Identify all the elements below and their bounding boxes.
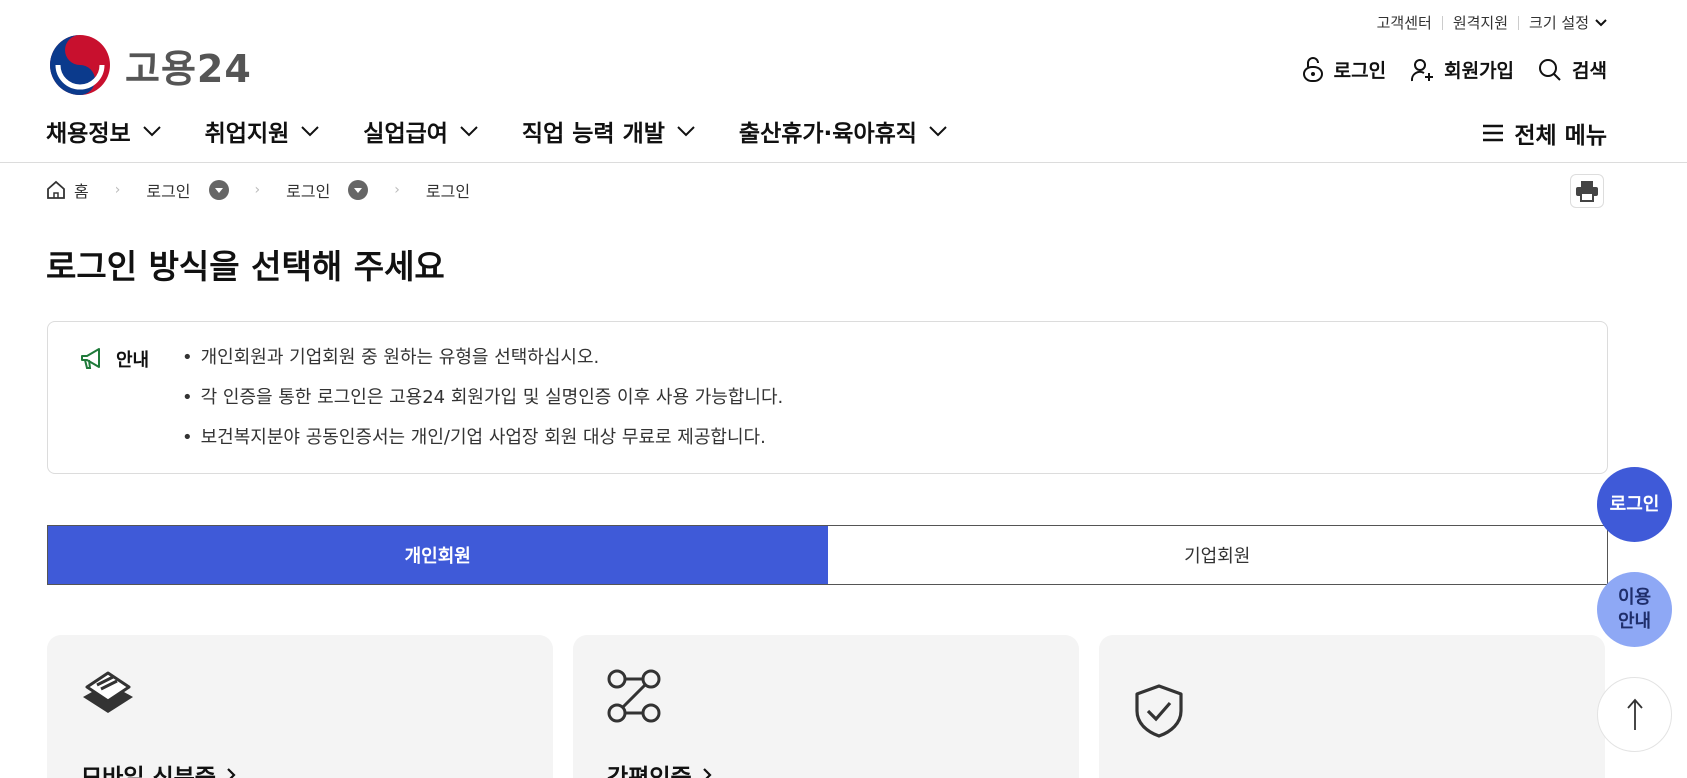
- nodes-icon: [607, 669, 661, 727]
- member-type-tabs: 개인회원 기업회원: [47, 525, 1608, 585]
- signup-label: 회원가입: [1444, 60, 1515, 82]
- scroll-top-button[interactable]: [1597, 677, 1672, 752]
- chevron-down-icon: [1595, 18, 1607, 26]
- hamburger-icon: [1483, 124, 1504, 142]
- chevron-down-icon: [929, 125, 947, 136]
- nav-item-skills-development[interactable]: 직업 능력 개발: [522, 114, 695, 148]
- page-title: 로그인 방식을 선택해 주세요: [46, 247, 445, 286]
- shield-check-icon: [1133, 683, 1185, 743]
- search-label: 검색: [1572, 60, 1607, 82]
- chevron-right-icon: ›: [394, 182, 400, 198]
- logo-text: 고용24: [125, 46, 252, 91]
- nav-item-unemployment-benefits[interactable]: 실업급여: [363, 114, 478, 148]
- floating-login-button[interactable]: 로그인: [1597, 467, 1672, 542]
- breadcrumb-dropdown-icon[interactable]: [208, 180, 229, 200]
- print-button[interactable]: [1570, 174, 1604, 208]
- nav-label: 실업급여: [363, 121, 448, 147]
- notice-list: 개인회원과 기업회원 중 원하는 유형을 선택하십시오. 각 인증을 통한 로그…: [182, 344, 784, 464]
- divider: [1518, 15, 1520, 30]
- card-title-label: 모바일 신분증: [81, 765, 216, 778]
- login-link[interactable]: 로그인: [1302, 56, 1386, 83]
- header: 고용24 고객센터 원격지원 크기 설정 로그인 회원가입 검색 채용정보 취업…: [0, 0, 1687, 163]
- tab-business[interactable]: 기업회원: [827, 526, 1607, 584]
- arrow-up-icon: [1626, 698, 1643, 730]
- search-icon: [1539, 58, 1561, 81]
- chevron-right-icon: [227, 768, 236, 778]
- notice-item: 개인회원과 기업회원 중 원하는 유형을 선택하십시오.: [182, 344, 783, 384]
- breadcrumb-home[interactable]: 홈: [46, 178, 89, 202]
- chevron-right-icon: ›: [254, 182, 261, 198]
- site-logo[interactable]: 고용24: [49, 34, 252, 96]
- chevron-right-icon: ›: [114, 182, 121, 198]
- breadcrumb: 홈 › 로그인 › 로그인 › 로그인: [46, 178, 470, 202]
- breadcrumb-label: 로그인: [146, 182, 191, 201]
- nav-item-parental-leave[interactable]: 출산휴가·육아휴직: [739, 114, 947, 148]
- user-add-icon: [1411, 58, 1434, 81]
- guide-line1: 이용: [1617, 586, 1652, 608]
- font-size-setting[interactable]: 크기 설정: [1529, 12, 1589, 33]
- breadcrumb-label: 로그인: [425, 182, 471, 201]
- guide-line2: 안내: [1617, 610, 1652, 632]
- chevron-down-icon: [677, 125, 695, 136]
- all-menu-button[interactable]: 전체 메뉴: [1482, 116, 1607, 150]
- taegeuk-logo-icon: [50, 35, 110, 95]
- breadcrumb-label: 로그인: [286, 182, 331, 201]
- header-actions: 로그인 회원가입 검색: [1302, 56, 1607, 83]
- chevron-down-icon: [142, 125, 161, 136]
- card-title: 간편인증: [607, 758, 712, 778]
- nav-label: 취업지원: [204, 121, 290, 147]
- login-label: 로그인: [1333, 60, 1387, 82]
- card-simple-auth[interactable]: 간편인증: [573, 635, 1079, 778]
- remote-support-link[interactable]: 원격지원: [1453, 12, 1508, 33]
- nav-label: 출산휴가·육아휴직: [738, 121, 917, 147]
- layers-icon: [81, 669, 135, 723]
- megaphone-icon: [81, 348, 100, 369]
- tab-personal[interactable]: 개인회원: [48, 526, 828, 584]
- breadcrumb-dropdown-icon[interactable]: [348, 180, 369, 200]
- main-nav: 채용정보 취업지원 실업급여 직업 능력 개발 출산휴가·육아휴직: [46, 114, 991, 148]
- signup-link[interactable]: 회원가입: [1410, 56, 1514, 83]
- card-title-label: 간편인증: [607, 765, 692, 778]
- utility-links: 고객센터 원격지원 크기 설정: [1377, 12, 1607, 33]
- breadcrumb-current: 로그인: [426, 178, 470, 202]
- breadcrumb-home-label: 홈: [74, 182, 89, 201]
- breadcrumb-level2[interactable]: 로그인: [286, 178, 369, 202]
- lock-icon: [1302, 56, 1323, 82]
- nav-label: 직업 능력 개발: [521, 121, 665, 147]
- notice-header: 안내: [80, 346, 149, 372]
- all-menu-label: 전체 메뉴: [1514, 123, 1607, 149]
- divider: [1441, 15, 1443, 30]
- card-title: 모바일 신분증: [81, 758, 236, 778]
- card-mobile-id[interactable]: 모바일 신분증: [47, 635, 553, 778]
- customer-center-link[interactable]: 고객센터: [1377, 12, 1432, 33]
- chevron-down-icon: [301, 125, 319, 136]
- notice-label: 안내: [116, 350, 150, 371]
- card-certificate[interactable]: [1099, 635, 1605, 778]
- breadcrumb-level1[interactable]: 로그인: [146, 178, 229, 202]
- nav-label: 채용정보: [46, 121, 131, 147]
- chevron-down-icon: [460, 125, 478, 136]
- notice-box: 안내 개인회원과 기업회원 중 원하는 유형을 선택하십시오. 각 인증을 통한…: [47, 321, 1608, 474]
- floating-guide-button[interactable]: 이용 안내: [1597, 572, 1672, 647]
- chevron-right-icon: [702, 768, 712, 778]
- notice-item: 각 인증을 통한 로그인은 고용24 회원가입 및 실명인증 이후 사용 가능합…: [182, 384, 784, 424]
- nav-item-employment-support[interactable]: 취업지원: [205, 114, 320, 148]
- home-icon: [47, 180, 65, 199]
- notice-item: 보건복지분야 공동인증서는 개인/기업 사업장 회원 대상 무료로 제공합니다.: [182, 424, 783, 464]
- search-button[interactable]: 검색: [1538, 56, 1607, 83]
- nav-item-jobs[interactable]: 채용정보: [46, 114, 161, 148]
- printer-icon: [1576, 181, 1598, 202]
